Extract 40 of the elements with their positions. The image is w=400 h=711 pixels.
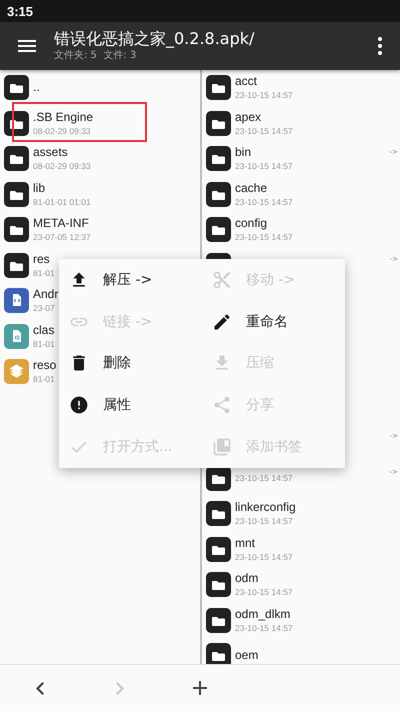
- file-date: 23-10-15 14:57: [235, 472, 293, 484]
- file-name: ..: [33, 80, 40, 96]
- file-name: bin: [235, 145, 252, 160]
- file-date: 08-02-29 09:33: [33, 124, 92, 137]
- file-name: oem: [235, 648, 258, 664]
- file-name: assets: [33, 145, 69, 160]
- file-name: apex: [235, 110, 262, 125]
- file-name: acct: [235, 74, 258, 90]
- file-date: 23-10-15 14:57: [235, 622, 293, 634]
- file-date: 23-10-15 14:57: [235, 515, 294, 528]
- file-name: mnt: [235, 536, 256, 551]
- file-date: 81-01: [33, 373, 56, 386]
- file-name: res: [33, 252, 51, 267]
- file-name: config: [235, 216, 268, 232]
- status-time: 3:15: [7, 4, 34, 18]
- file-name: Andr: [33, 287, 58, 302]
- file-date: 81-01: [33, 338, 55, 350]
- file-date: 23-10-15 14:57: [235, 160, 293, 172]
- file-date: 23-10-15 14:57: [235, 550, 293, 563]
- folder-count: 文件夹: 5 文件: 3: [54, 49, 138, 63]
- file-date: 23-10-15 14:57: [235, 586, 293, 598]
- file-name: reso: [33, 358, 56, 374]
- file-date: 08-02-29 09:33: [33, 160, 91, 172]
- file-name: META-INF: [33, 216, 90, 232]
- file-name: cache: [235, 180, 268, 196]
- file-name: linkerconfig: [235, 500, 296, 516]
- window-title: 错误化恶搞之家_0.2.8.apk/: [54, 29, 256, 49]
- file-date: 81-01-01 01:01: [33, 196, 91, 208]
- file-name: .SB Engine: [33, 110, 94, 125]
- file-date: 23-10-15 14:57: [235, 124, 293, 137]
- file-date: 23-10-15 14:57: [235, 196, 293, 208]
- file-date: 81-01: [33, 266, 55, 279]
- file-date: 23-10-15 14:57: [235, 231, 293, 244]
- file-name: lib: [33, 180, 46, 196]
- file-date: 23-07-05 12:37: [33, 231, 91, 244]
- file-name: odm: [235, 571, 260, 586]
- file-name: odm_dlkm: [235, 606, 292, 622]
- file-date: 23-10-15 14:57: [235, 89, 293, 102]
- file-date: 23-07: [33, 302, 56, 314]
- file-name: clas: [33, 322, 55, 338]
